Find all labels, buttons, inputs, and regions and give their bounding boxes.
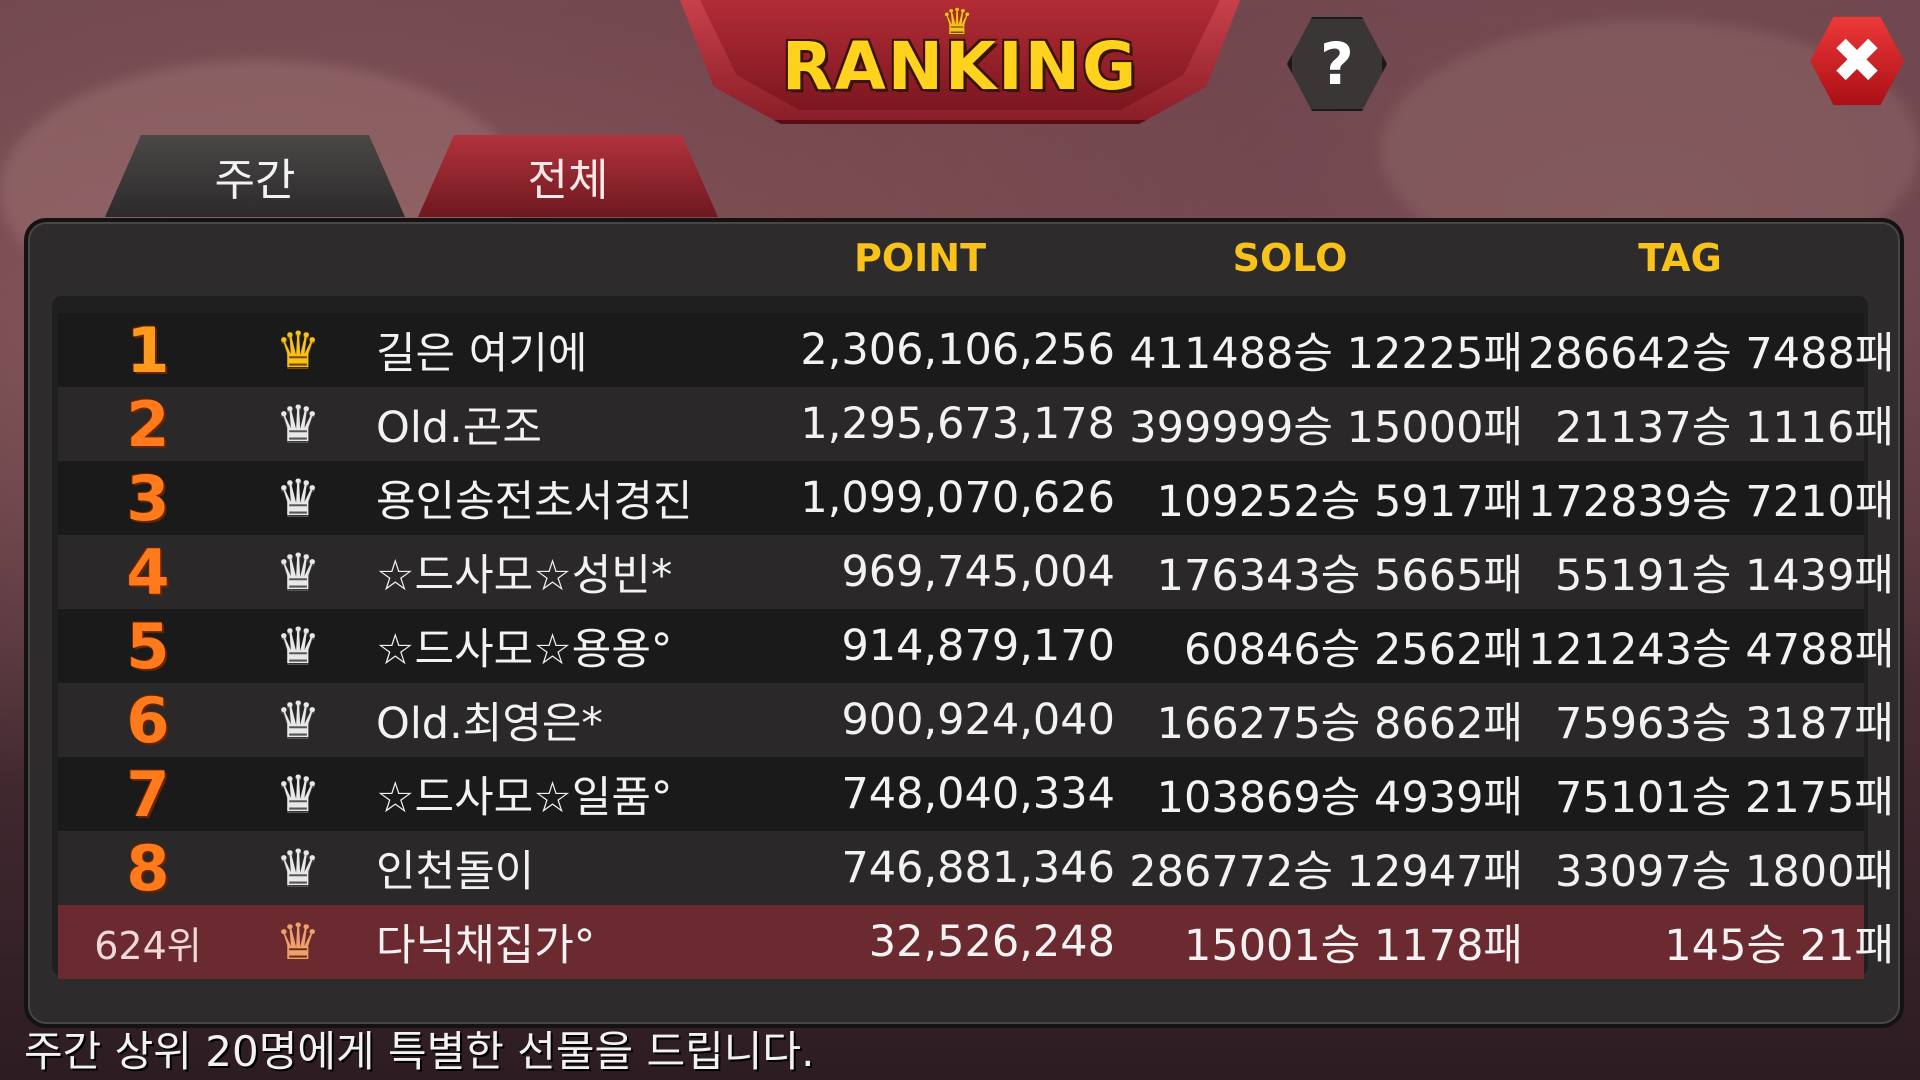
tag-record: 145승 21패 bbox=[1664, 921, 1894, 971]
player-name: 길은 여기에 bbox=[376, 329, 588, 379]
solo-record: 176343승 5665패 bbox=[1156, 551, 1523, 601]
column-header-tag: TAG bbox=[1638, 236, 1722, 280]
page-title: RANKING bbox=[781, 28, 1139, 105]
player-name: ☆드사모☆성빈* bbox=[376, 551, 673, 601]
solo-record: 60846승 2562패 bbox=[1183, 625, 1523, 675]
solo-record: 103869승 4939패 bbox=[1156, 773, 1523, 823]
ranking-row[interactable]: 6 ♛ Old.최영은* 900,924,040 166275승 8662패 7… bbox=[58, 683, 1894, 757]
point-value: 746,881,346 bbox=[841, 843, 1115, 893]
player-name: Old.곤조 bbox=[376, 403, 542, 453]
column-header-point: POINT bbox=[853, 236, 987, 280]
player-name: 용인송전초서경진 bbox=[376, 477, 693, 527]
help-button[interactable]: ? bbox=[1287, 17, 1387, 111]
tag-record: 55191승 1439패 bbox=[1554, 551, 1894, 601]
rank-number: 4 bbox=[126, 535, 170, 609]
solo-record: 109252승 5917패 bbox=[1156, 477, 1523, 527]
point-value: 914,879,170 bbox=[841, 621, 1115, 671]
crown-icon: ♛ bbox=[275, 765, 321, 823]
crown-icon: ♛ bbox=[275, 839, 321, 897]
help-icon: ? bbox=[1320, 30, 1354, 98]
tag-record: 33097승 1800패 bbox=[1554, 847, 1894, 897]
reward-notice: 주간 상위 20명에게 특별한 선물을 드립니다. bbox=[24, 1027, 815, 1076]
rank-number: 1 bbox=[126, 313, 170, 387]
point-value: 2,306,106,256 bbox=[800, 325, 1115, 375]
crown-icon: ♛ bbox=[275, 321, 321, 379]
point-value: 1,295,673,178 bbox=[800, 399, 1115, 449]
tab-all[interactable]: 전체 bbox=[418, 135, 718, 217]
my-rank-number: 624위 bbox=[94, 923, 202, 968]
ranking-row[interactable]: 8 ♛ 인천돌이 746,881,346 286772승 12947패 3309… bbox=[58, 831, 1894, 905]
player-name: 인천돌이 bbox=[376, 847, 535, 897]
point-value: 748,040,334 bbox=[841, 769, 1115, 819]
tag-record: 121243승 4788패 bbox=[1528, 625, 1895, 675]
tag-record: 286642승 7488패 bbox=[1528, 329, 1895, 379]
tag-record: 21137승 1116패 bbox=[1554, 403, 1894, 453]
solo-record: 411488승 12225패 bbox=[1129, 329, 1523, 379]
crown-icon: ♛ bbox=[275, 913, 321, 971]
tag-record: 172839승 7210패 bbox=[1528, 477, 1895, 527]
rank-number: 5 bbox=[126, 609, 170, 683]
ranking-row[interactable]: 7 ♛ ☆드사모☆일품° 748,040,334 103869승 4939패 7… bbox=[58, 757, 1894, 831]
close-icon: ✖ bbox=[1831, 24, 1883, 97]
player-name: ☆드사모☆일품° bbox=[376, 773, 673, 823]
player-name: ☆드사모☆용용° bbox=[376, 625, 673, 675]
crown-icon: ♛ bbox=[275, 543, 321, 601]
solo-record: 15001승 1178패 bbox=[1183, 921, 1523, 971]
ranking-row[interactable]: 4 ♛ ☆드사모☆성빈* 969,745,004 176343승 5665패 5… bbox=[58, 535, 1894, 609]
rank-number: 2 bbox=[126, 387, 170, 461]
rank-number: 6 bbox=[126, 683, 170, 757]
point-value: 969,745,004 bbox=[841, 547, 1115, 597]
point-value: 32,526,248 bbox=[868, 917, 1115, 967]
crown-icon: ♛ bbox=[275, 617, 321, 675]
ranking-row[interactable]: 2 ♛ Old.곤조 1,295,673,178 399999승 15000패 … bbox=[58, 387, 1894, 461]
rank-number: 7 bbox=[126, 757, 170, 831]
ranking-row[interactable]: 5 ♛ ☆드사모☆용용° 914,879,170 60846승 2562패 12… bbox=[58, 609, 1894, 683]
ranking-row[interactable]: 3 ♛ 용인송전초서경진 1,099,070,626 109252승 5917패… bbox=[58, 461, 1894, 535]
rank-number: 3 bbox=[126, 461, 170, 535]
tag-record: 75101승 2175패 bbox=[1554, 773, 1894, 823]
crown-icon: ♛ bbox=[275, 691, 321, 749]
player-name: 다닉채집가° bbox=[376, 921, 596, 971]
column-header-solo: SOLO bbox=[1232, 236, 1348, 280]
solo-record: 399999승 15000패 bbox=[1129, 403, 1523, 453]
tag-record: 75963승 3187패 bbox=[1554, 699, 1894, 749]
ranking-row[interactable]: 1 ♛ 길은 여기에 2,306,106,256 411488승 12225패 … bbox=[58, 313, 1894, 387]
point-value: 900,924,040 bbox=[841, 695, 1115, 745]
tab-weekly[interactable]: 주간 bbox=[105, 135, 405, 217]
rank-number: 8 bbox=[126, 831, 170, 905]
point-value: 1,099,070,626 bbox=[800, 473, 1115, 523]
crown-icon: ♛ bbox=[275, 469, 321, 527]
my-ranking-row[interactable]: 624위 ♛ 다닉채집가° 32,526,248 15001승 1178패 14… bbox=[58, 905, 1894, 979]
solo-record: 286772승 12947패 bbox=[1129, 847, 1523, 897]
crown-icon: ♛ bbox=[275, 395, 321, 453]
player-name: Old.최영은* bbox=[376, 699, 603, 749]
solo-record: 166275승 8662패 bbox=[1156, 699, 1523, 749]
